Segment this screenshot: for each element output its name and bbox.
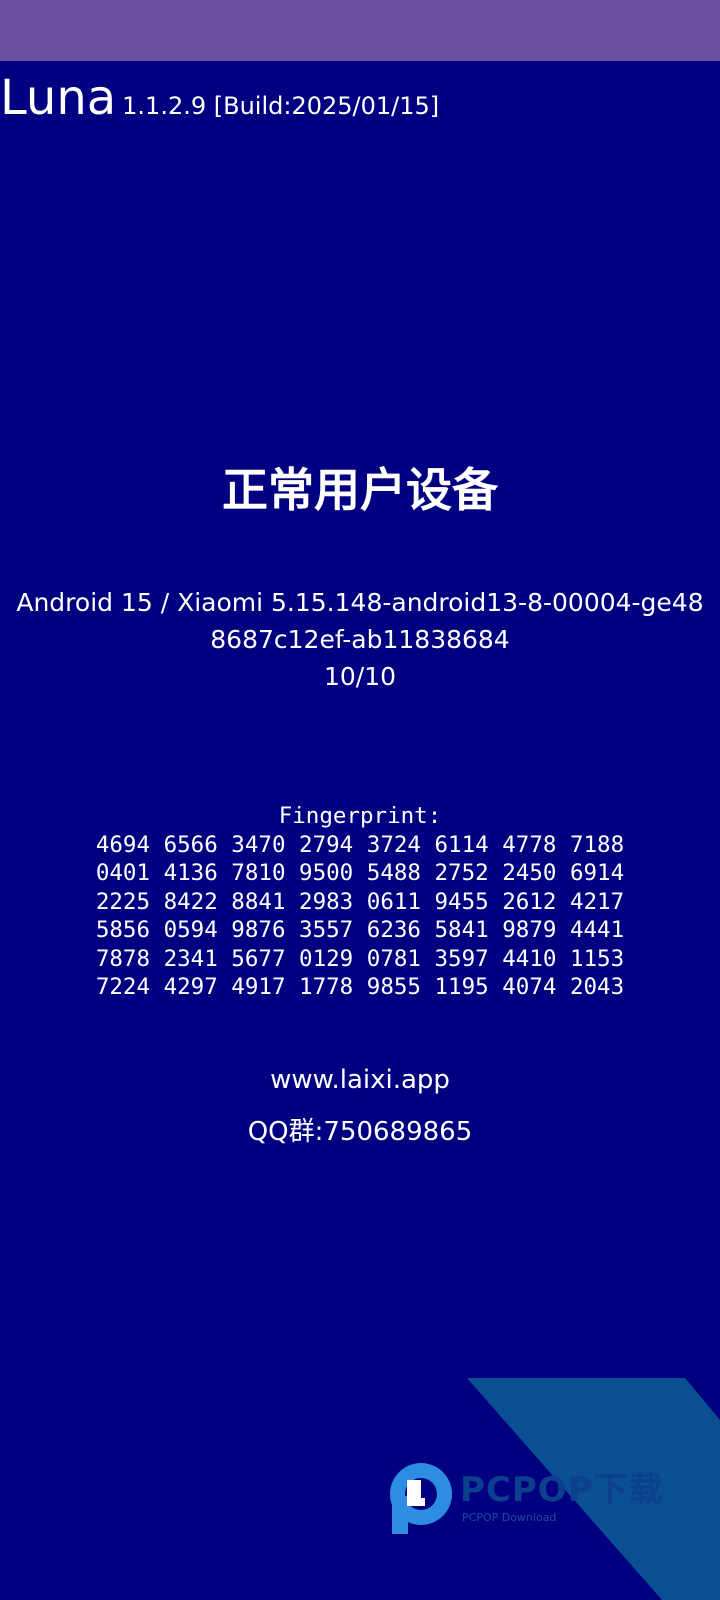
watermark-brand: PCPOP下载	[460, 1470, 664, 1510]
device-info-line: Android 15 / Xiaomi 5.15.148-android13-8…	[16, 588, 704, 617]
app-header: Luna 1.1.2.9 [Build:2025/01/15]	[0, 70, 439, 126]
device-info-line: 8687c12ef-ab11838684	[210, 625, 510, 654]
fingerprint-row: 2225 8422 8841 2983 0611 9455 2612 4217	[95, 888, 625, 915]
watermark-subtitle: PCPOP Download	[462, 1511, 557, 1524]
fingerprint-row: 5856 0594 9876 3557 6236 5841 9879 4441	[95, 917, 625, 943]
fingerprint-row: 0401 4136 7810 9500 5488 2752 2450 6914	[95, 860, 625, 886]
device-score: 10/10	[323, 662, 397, 691]
fingerprint-block: Fingerprint: 4694 6566 3470 2794 3724 61…	[0, 802, 720, 1002]
watermark-panel	[467, 1378, 720, 1600]
fingerprint-label: Fingerprint:	[278, 803, 442, 829]
pcpop-logo-icon	[390, 1463, 452, 1534]
app-name: Luna	[0, 70, 117, 126]
fingerprint-row: 7878 2341 5677 0129 0781 3597 4410 1153	[95, 945, 625, 972]
status-bar	[0, 0, 720, 61]
device-status-title: 正常用户设备	[222, 463, 498, 517]
app-version: 1.1.2.9 [Build:2025/01/15]	[122, 92, 440, 120]
website-link[interactable]: www.laixi.app	[0, 1060, 720, 1100]
device-info: Android 15 / Xiaomi 5.15.148-android13-8…	[0, 584, 720, 695]
links-block: www.laixi.app QQ群:750689865	[0, 1060, 720, 1152]
fingerprint-row: 4694 6566 3470 2794 3724 6114 4778 7188	[95, 831, 625, 858]
qq-group-text: QQ群:750689865	[247, 1117, 473, 1147]
fingerprint-row: 7224 4297 4917 1778 9855 1195 4074 2043	[95, 974, 625, 1000]
